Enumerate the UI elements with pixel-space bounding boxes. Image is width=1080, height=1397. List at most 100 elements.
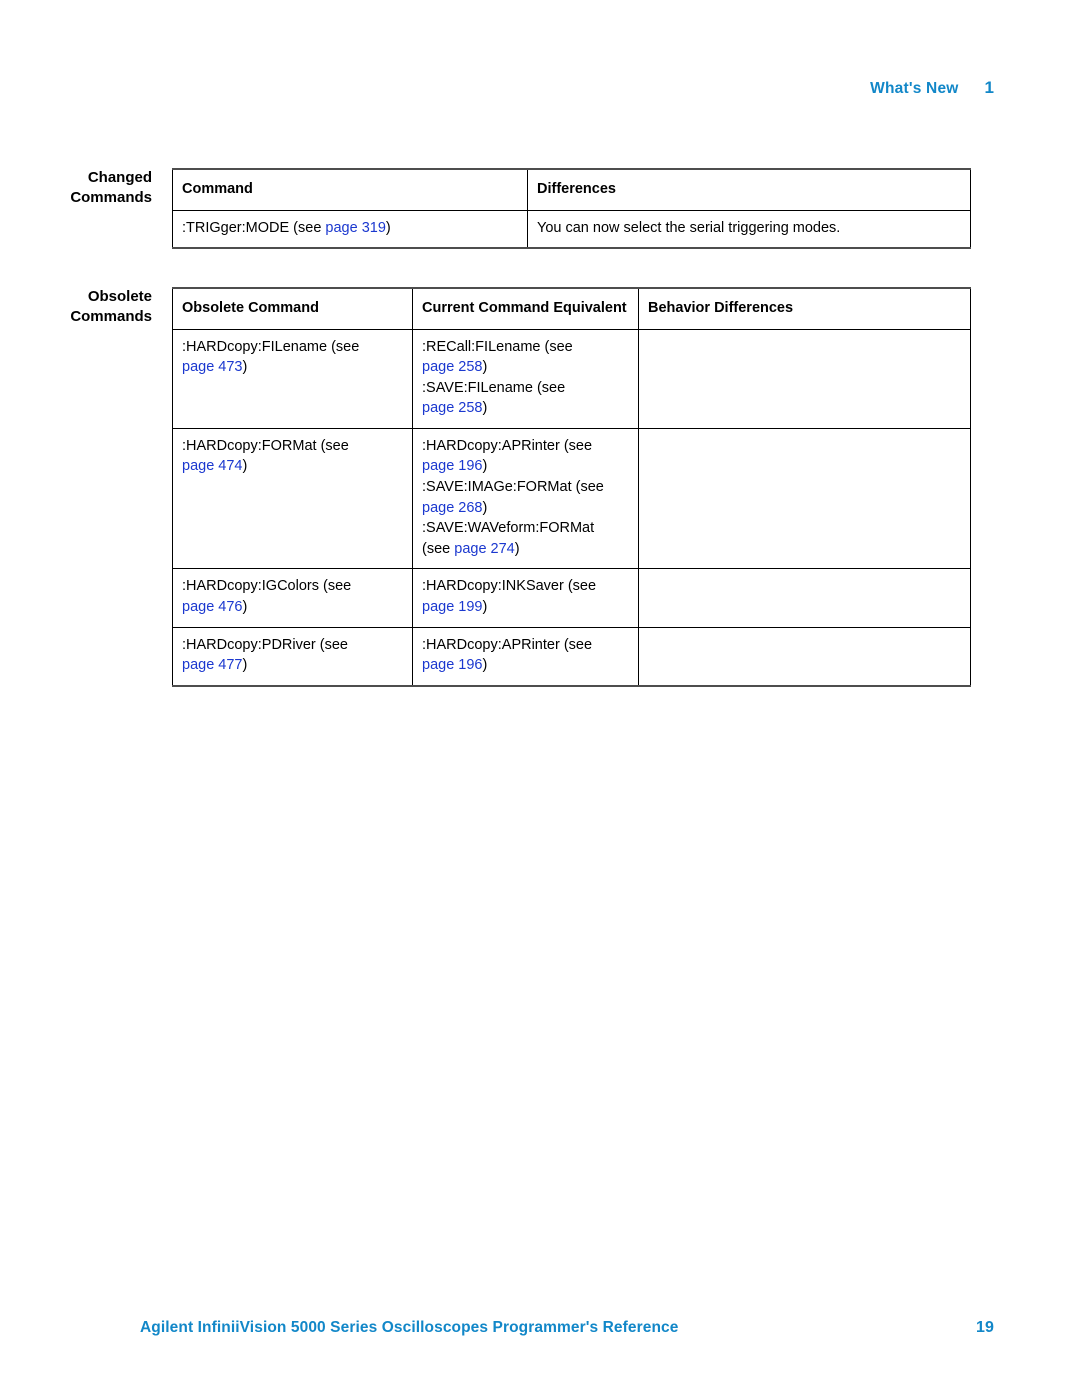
section-label-changed-commands: Changed Commands — [12, 168, 172, 208]
cell-text: :HARDcopy:INKSaver (see — [422, 578, 597, 595]
page-cross-reference-link[interactable]: page 199 — [422, 599, 482, 615]
table-cell: :HARDcopy:PDRiver (see page 477) — [172, 626, 413, 687]
table-cell: :HARDcopy:APRinter (see page 196) :SAVE:IM… — [412, 427, 639, 570]
table-row: :HARDcopy:IGColors (see page 476) :HARDcop… — [172, 568, 971, 628]
cell-line: page 258) — [422, 357, 629, 378]
page-cross-reference-link[interactable]: page 274 — [454, 541, 514, 557]
cell-line: You can now select the serial triggering… — [537, 218, 961, 239]
section-label-line-2: Commands — [70, 307, 152, 325]
running-head-chapter-number: 1 — [984, 78, 994, 97]
page-cross-reference-link[interactable]: page 474 — [182, 458, 242, 474]
cell-text: :HARDcopy:FILename (see — [182, 338, 360, 355]
footer-page-number: 19 — [976, 1319, 994, 1336]
table-row: :HARDcopy:PDRiver (see page 477):HARDcopy… — [172, 626, 971, 687]
table-wrapper-obsolete-commands: Obsolete Command Current Command Equival… — [172, 286, 971, 687]
cell-line: page 258) — [422, 398, 629, 419]
cell-line: :HARDcopy:FORMat (see — [182, 436, 403, 457]
page-cross-reference-link[interactable]: page 258 — [422, 400, 482, 416]
table-header-row: Command Differences — [172, 167, 971, 211]
table-header-row: Obsolete Command Current Command Equival… — [172, 286, 971, 330]
cell-text: :HARDcopy:PDRiver (see — [182, 636, 348, 653]
table-cell — [638, 328, 971, 429]
page-cross-reference-link[interactable]: page 196 — [422, 657, 482, 673]
cell-text: ) — [242, 458, 248, 475]
cell-line: page 268) — [422, 498, 629, 519]
page-footer: Agilent InfiniiVision 5000 Series Oscill… — [140, 1319, 994, 1337]
section-label-line-1: Changed — [87, 169, 152, 186]
cell-text: :SAVE:FILename (see — [422, 379, 566, 396]
cell-line: page 476) — [182, 597, 403, 618]
page-cross-reference-link[interactable]: page 196 — [422, 458, 482, 474]
cell-line: :HARDcopy:IGColors (see — [182, 576, 403, 597]
cell-line: (see page 274) — [422, 539, 629, 560]
cell-text: :SAVE:IMAGe:FORMat (see — [422, 479, 604, 496]
cell-line: page 196) — [422, 456, 629, 477]
cell-text: :HARDcopy:IGColors (see — [182, 578, 352, 595]
cell-line: :SAVE:WAVeform:FORMat — [422, 518, 629, 539]
section-changed-commands: Changed Commands Command Differences :TR… — [12, 167, 971, 250]
table-cell — [638, 568, 971, 628]
cell-text: ) — [242, 598, 248, 615]
column-header-behavior-differences: Behavior Differences — [638, 286, 971, 330]
changed-commands-table-head: Command Differences — [172, 167, 971, 211]
cell-text: ) — [482, 657, 488, 674]
table-cell — [638, 427, 971, 570]
table-cell: :TRIGger:MODE (see page 319) — [172, 209, 528, 250]
page-cross-reference-link[interactable]: page 319 — [325, 220, 385, 236]
section-obsolete-commands: Obsolete Commands Obsolete Command Curre… — [12, 286, 971, 687]
cell-line: :HARDcopy:FILename (see — [182, 337, 403, 358]
page-cross-reference-link[interactable]: page 258 — [422, 359, 482, 375]
table-cell: :HARDcopy:FILename (see page 473) — [172, 328, 413, 429]
cell-line: :HARDcopy:INKSaver (see — [422, 576, 629, 597]
table-row: :TRIGger:MODE (see page 319) You can now … — [172, 209, 971, 250]
obsolete-commands-table-body: :HARDcopy:FILename (see page 473) :RECall:… — [172, 328, 971, 687]
cell-line: page 477) — [182, 655, 403, 676]
column-header-obsolete-command: Obsolete Command — [172, 286, 413, 330]
table-cell — [638, 626, 971, 687]
cell-text: (see — [422, 540, 455, 557]
cell-text: ) — [482, 359, 488, 376]
table-row: :HARDcopy:FILename (see page 473) :RECall:… — [172, 328, 971, 429]
cell-line: :HARDcopy:APRinter (see — [422, 635, 629, 656]
cell-text: ) — [482, 458, 488, 475]
cell-line: page 196) — [422, 655, 629, 676]
page-cross-reference-link[interactable]: page 268 — [422, 500, 482, 516]
table-cell: You can now select the serial triggering… — [527, 209, 971, 250]
page-cross-reference-link[interactable]: page 476 — [182, 599, 242, 615]
changed-commands-table: Command Differences :TRIGger:MODE (see p… — [172, 167, 971, 250]
table-cell: :HARDcopy:FORMat (see page 474) — [172, 427, 413, 570]
column-header-command: Command — [172, 167, 528, 211]
cell-text: :HARDcopy:FORMat (see — [182, 437, 349, 454]
cell-line: :SAVE:FILename (see — [422, 378, 629, 399]
cell-line: :SAVE:IMAGe:FORMat (see — [422, 477, 629, 498]
cell-text: ) — [482, 400, 488, 417]
column-header-current-command-equivalent: Current Command Equivalent — [412, 286, 639, 330]
page-cross-reference-link[interactable]: page 477 — [182, 657, 242, 673]
cell-line: page 199) — [422, 597, 629, 618]
obsolete-commands-table: Obsolete Command Current Command Equival… — [172, 286, 971, 687]
table-wrapper-changed-commands: Command Differences :TRIGger:MODE (see p… — [172, 167, 971, 250]
column-header-differences: Differences — [527, 167, 971, 211]
page-cross-reference-link[interactable]: page 473 — [182, 359, 242, 375]
cell-text: :RECall:FILename (see — [422, 338, 573, 355]
section-label-line-1: Obsolete — [87, 288, 152, 305]
cell-text: ) — [385, 219, 391, 236]
cell-text: :HARDcopy:APRinter (see — [422, 636, 593, 653]
cell-line: page 474) — [182, 456, 403, 477]
obsolete-commands-table-head: Obsolete Command Current Command Equival… — [172, 286, 971, 330]
cell-line: page 473) — [182, 357, 403, 378]
page-running-head: What's New 1 — [870, 78, 994, 98]
table-cell: :RECall:FILename (see page 258):SAVE:FILe… — [412, 328, 639, 429]
cell-text: ) — [242, 359, 248, 376]
cell-line: :HARDcopy:APRinter (see — [422, 436, 629, 457]
cell-line: :RECall:FILename (see — [422, 337, 629, 358]
cell-text: ) — [482, 499, 488, 516]
cell-text: ) — [242, 657, 248, 674]
section-label-line-2: Commands — [70, 188, 152, 206]
footer-book-title: Agilent InfiniiVision 5000 Series Oscill… — [140, 1319, 679, 1336]
cell-line: :HARDcopy:PDRiver (see — [182, 635, 403, 656]
cell-text: ) — [514, 540, 520, 557]
cell-text: You can now select the serial triggering… — [537, 219, 841, 236]
section-label-obsolete-commands: Obsolete Commands — [12, 287, 172, 327]
table-row: :HARDcopy:FORMat (see page 474):HARDcopy:… — [172, 427, 971, 570]
